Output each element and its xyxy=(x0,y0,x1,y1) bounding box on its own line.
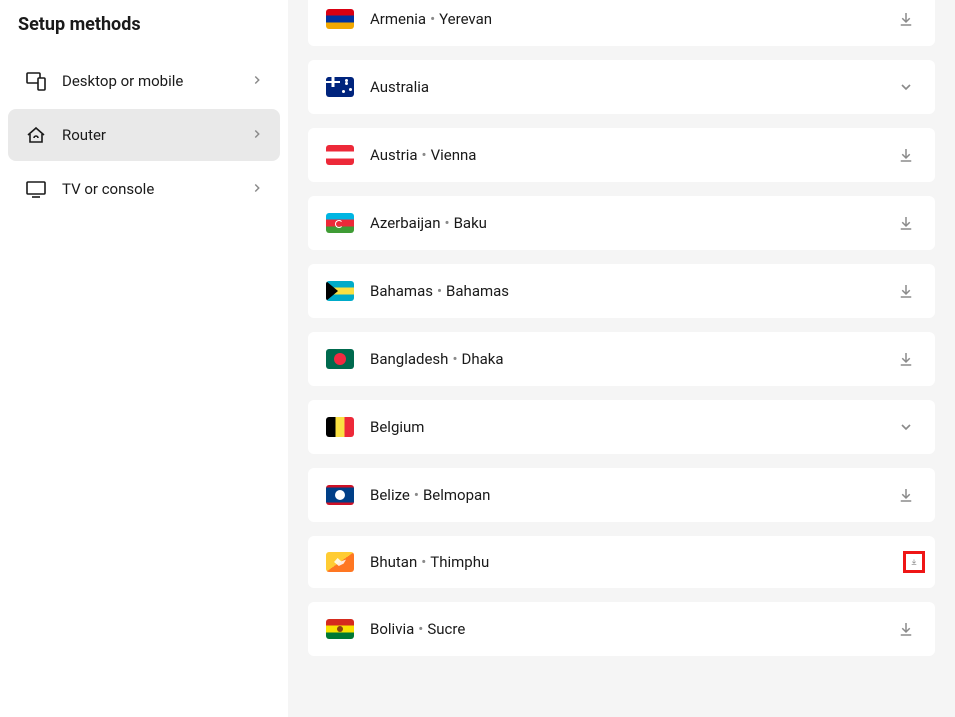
sidebar-item-label: Router xyxy=(62,126,236,144)
sidebar-item-label: Desktop or mobile xyxy=(62,72,236,90)
country-label: Bahamas•Bahamas xyxy=(370,282,879,300)
country-item-austria[interactable]: Austria•Vienna xyxy=(308,128,935,182)
country-item-armenia[interactable]: Armenia•Yerevan xyxy=(308,0,935,46)
sidebar-title: Setup methods xyxy=(8,10,280,53)
country-label: Belgium xyxy=(370,418,879,436)
download-icon[interactable] xyxy=(895,8,917,30)
country-label: Australia xyxy=(370,78,879,96)
download-icon[interactable] xyxy=(895,144,917,166)
tv-icon xyxy=(24,177,48,201)
country-item-belgium[interactable]: Belgium xyxy=(308,400,935,454)
country-label: Azerbaijan•Baku xyxy=(370,214,879,232)
flag-belize-icon xyxy=(326,485,354,505)
download-icon[interactable] xyxy=(903,551,925,573)
sidebar-item-tv-console[interactable]: TV or console xyxy=(8,163,280,215)
flag-azerbaijan-icon xyxy=(326,213,354,233)
flag-bangladesh-icon xyxy=(326,349,354,369)
flag-bhutan-icon xyxy=(326,552,354,572)
sidebar-item-desktop-mobile[interactable]: Desktop or mobile xyxy=(8,55,280,107)
sidebar-item-label: TV or console xyxy=(62,180,236,198)
country-label: Armenia•Yerevan xyxy=(370,10,879,28)
country-item-bangladesh[interactable]: Bangladesh•Dhaka xyxy=(308,332,935,386)
country-item-australia[interactable]: Australia xyxy=(308,60,935,114)
country-item-azerbaijan[interactable]: Azerbaijan•Baku xyxy=(308,196,935,250)
country-label: Bolivia•Sucre xyxy=(370,620,879,638)
chevron-right-icon xyxy=(250,72,264,91)
country-label: Belize•Belmopan xyxy=(370,486,879,504)
main-content: Armenia•Yerevan Australia Austria•Vienna Az… xyxy=(288,0,955,717)
chevron-down-icon[interactable] xyxy=(895,76,917,98)
country-item-belize[interactable]: Belize•Belmopan xyxy=(308,468,935,522)
chevron-down-icon[interactable] xyxy=(895,416,917,438)
country-item-bahamas[interactable]: Bahamas•Bahamas xyxy=(308,264,935,318)
sidebar-item-router[interactable]: Router xyxy=(8,109,280,161)
devices-icon xyxy=(24,69,48,93)
flag-armenia-icon xyxy=(326,9,354,29)
router-icon xyxy=(24,123,48,147)
chevron-right-icon xyxy=(250,126,264,145)
download-icon[interactable] xyxy=(895,348,917,370)
download-icon[interactable] xyxy=(895,618,917,640)
country-label: Austria•Vienna xyxy=(370,146,879,164)
country-label: Bhutan•Thimphu xyxy=(370,553,895,571)
country-item-bolivia[interactable]: Bolivia•Sucre xyxy=(308,602,935,656)
download-icon[interactable] xyxy=(895,212,917,234)
flag-belgium-icon xyxy=(326,417,354,437)
flag-bolivia-icon xyxy=(326,619,354,639)
chevron-right-icon xyxy=(250,180,264,199)
sidebar: Setup methods Desktop or mobile Router xyxy=(0,0,288,717)
country-list: Armenia•YerevanAustraliaAustria•ViennaAz… xyxy=(308,30,935,656)
flag-australia-icon xyxy=(326,77,354,97)
flag-austria-icon xyxy=(326,145,354,165)
flag-bahamas-icon xyxy=(326,281,354,301)
country-label: Bangladesh•Dhaka xyxy=(370,350,879,368)
download-icon[interactable] xyxy=(895,484,917,506)
country-item-bhutan[interactable]: Bhutan•Thimphu xyxy=(308,536,935,588)
download-icon[interactable] xyxy=(895,280,917,302)
